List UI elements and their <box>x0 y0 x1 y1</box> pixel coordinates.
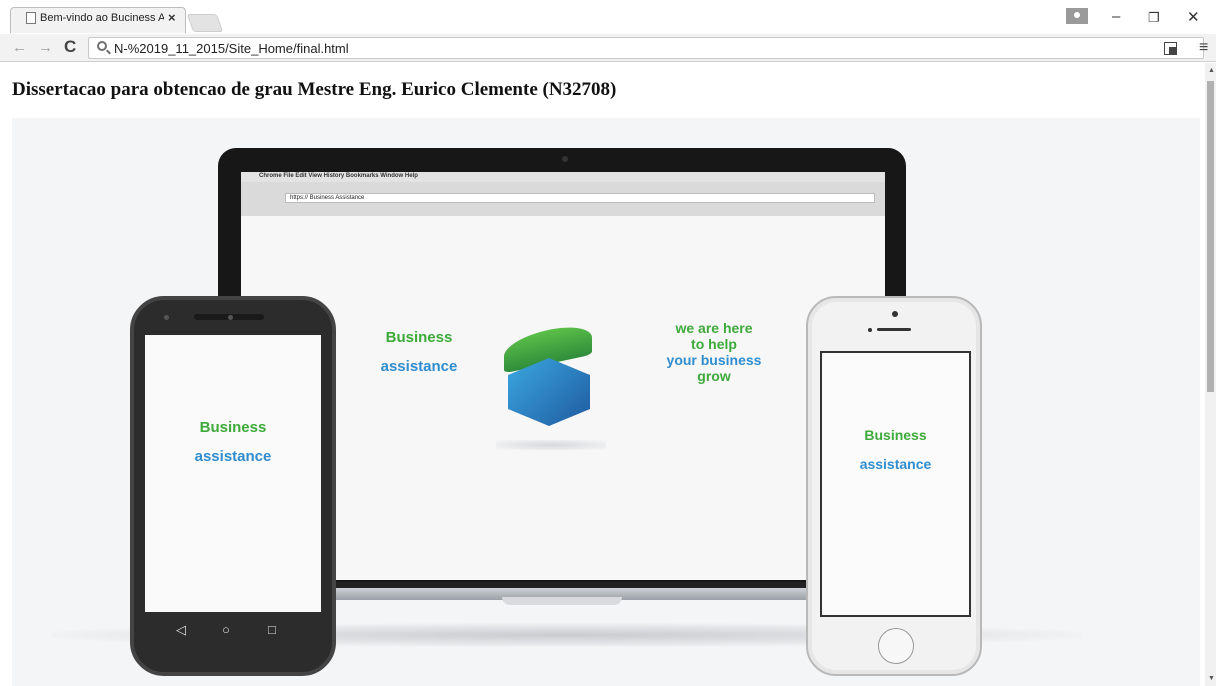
iphone-speaker <box>877 328 911 331</box>
laptop-business: Business <box>385 329 453 346</box>
slogan-line1: we are here <box>675 320 753 336</box>
tab-title: Bem-vindo ao Buciness A <box>40 12 164 24</box>
scroll-up-icon[interactable]: ▲ <box>1208 67 1215 74</box>
android-recents-icon: □ <box>268 622 276 637</box>
iphone-assistance: assistance <box>859 456 932 472</box>
iphone-camera <box>892 311 898 317</box>
profile-icon[interactable] <box>1066 8 1088 24</box>
iphone: Business assistance <box>806 296 982 676</box>
laptop-notch <box>502 597 622 605</box>
android-home-icon: ○ <box>222 622 230 637</box>
tab-close-icon[interactable]: × <box>168 10 176 25</box>
address-bar[interactable]: N-%2019_11_2015/Site_Home/final.html <box>88 37 1204 59</box>
mac-menu-bar: Chrome File Edit View History Bookmarks … <box>241 172 885 182</box>
close-window-button[interactable]: ✕ <box>1187 8 1200 26</box>
tab-strip: Bem-vindo ao Buciness A × – ❐ ✕ <box>0 0 1216 34</box>
iphone-home-button <box>878 628 914 664</box>
page-title: Dissertacao para obtencao de grau Mestre… <box>12 79 617 100</box>
page-icon <box>26 12 36 24</box>
slogan-line3: your business <box>666 352 762 368</box>
translate-icon[interactable] <box>1164 42 1177 55</box>
hero-image: Chrome File Edit View History Bookmarks … <box>12 118 1200 686</box>
scrollbar-thumb[interactable] <box>1207 81 1214 392</box>
iphone-screen: Business assistance <box>820 351 971 617</box>
slogan-line4: grow <box>697 368 731 384</box>
android-business: Business <box>199 419 267 436</box>
laptop-camera <box>562 156 568 162</box>
forward-button[interactable]: → <box>38 39 53 56</box>
new-tab-button[interactable] <box>186 14 224 32</box>
laptop-assistance: assistance <box>380 358 458 375</box>
android-assistance: assistance <box>194 448 272 465</box>
search-icon <box>97 41 107 51</box>
page-content: Dissertacao para obtencao de grau Mestre… <box>0 63 1205 686</box>
scroll-down-icon[interactable]: ▼ <box>1208 675 1215 682</box>
slogan-line2: to help <box>691 336 737 352</box>
android-back-icon: ◁ <box>176 622 186 637</box>
android-screen: Business assistance <box>145 335 321 612</box>
reload-button[interactable]: C <box>64 37 76 57</box>
handshake-logo-icon <box>496 320 606 450</box>
iphone-business: Business <box>864 427 927 443</box>
minimize-button[interactable]: – <box>1112 8 1120 25</box>
restore-button[interactable]: ❐ <box>1148 10 1160 26</box>
scrollbar[interactable]: ▲ ▼ <box>1205 63 1216 686</box>
browser-toolbar: ← → C N-%2019_11_2015/Site_Home/final.ht… <box>0 34 1216 62</box>
back-button[interactable]: ← <box>12 39 27 56</box>
url-text[interactable]: N-%2019_11_2015/Site_Home/final.html <box>114 41 349 56</box>
inner-url: https:// Business Assistance <box>285 193 875 203</box>
android-phone: Business assistance ◁ ○ □ <box>130 296 336 676</box>
menu-button[interactable]: ≡ <box>1199 39 1208 57</box>
